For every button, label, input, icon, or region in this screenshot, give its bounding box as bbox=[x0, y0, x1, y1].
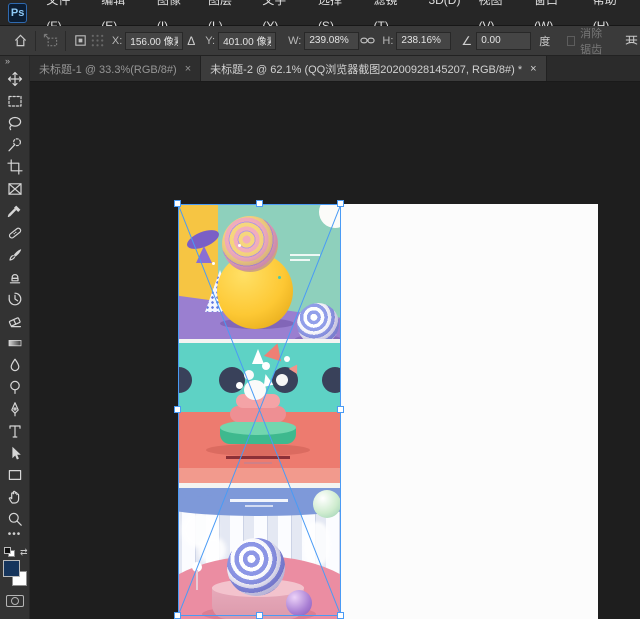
transform-controls-icon[interactable] bbox=[42, 30, 59, 52]
tool-pen-icon[interactable] bbox=[3, 398, 27, 420]
tool-frame-icon[interactable] bbox=[3, 178, 27, 200]
relative-position-delta-icon[interactable]: Δ bbox=[187, 34, 195, 48]
transform-handle-top-left[interactable] bbox=[174, 200, 181, 207]
rotation-angle-input[interactable] bbox=[476, 32, 531, 50]
art-dark-circle bbox=[322, 367, 341, 393]
art-caption-line bbox=[290, 259, 310, 261]
placed-image: ♥ bbox=[178, 204, 341, 619]
art-green-ball bbox=[313, 490, 341, 518]
tool-type-icon[interactable] bbox=[3, 420, 27, 442]
transform-handle-top-right[interactable] bbox=[337, 200, 344, 207]
transform-handle-middle-left[interactable] bbox=[174, 406, 181, 413]
tool-history-brush-icon[interactable] bbox=[3, 288, 27, 310]
quick-mask-button[interactable] bbox=[6, 595, 24, 607]
tool-palette: » ••• ⇄ bbox=[0, 56, 30, 619]
art-caption-line bbox=[226, 456, 290, 459]
art-shadow bbox=[206, 444, 310, 456]
y-position-input[interactable] bbox=[218, 32, 276, 50]
transform-handle-bottom-center[interactable] bbox=[256, 612, 263, 619]
toolbar-collapse-button[interactable]: » bbox=[0, 56, 29, 68]
canvas-pasteboard[interactable]: ♥ bbox=[30, 82, 640, 619]
swap-colors-icon[interactable]: ⇄ bbox=[20, 547, 28, 558]
art-teal-podium-top bbox=[220, 420, 296, 435]
edit-toolbar-button[interactable]: ••• bbox=[8, 530, 22, 544]
art-caption-line bbox=[290, 254, 320, 256]
antialias-option: 消除锯齿 bbox=[567, 25, 613, 57]
tool-rectangle-shape-icon[interactable] bbox=[3, 464, 27, 486]
warp-mode-toggle-icon[interactable] bbox=[623, 30, 640, 52]
tool-hand-icon[interactable] bbox=[3, 486, 27, 508]
tab-close-icon[interactable]: × bbox=[185, 63, 191, 75]
tool-blur-icon[interactable] bbox=[3, 354, 27, 376]
tool-rectangular-marquee-icon[interactable] bbox=[3, 90, 27, 112]
document-canvas[interactable]: ♥ bbox=[178, 204, 598, 619]
tool-spot-healing-brush-icon[interactable] bbox=[3, 222, 27, 244]
maintain-aspect-ratio-link-icon[interactable] bbox=[359, 30, 376, 52]
transform-handle-top-center[interactable] bbox=[256, 200, 263, 207]
y-field-label: Y: bbox=[205, 35, 215, 47]
art-dark-circle bbox=[219, 367, 245, 393]
tool-eyedropper-icon[interactable] bbox=[3, 200, 27, 222]
art-white-shape bbox=[304, 522, 330, 566]
angle-unit-label: 度 bbox=[539, 33, 550, 49]
tool-brush-icon[interactable] bbox=[3, 244, 27, 266]
art-caption-line bbox=[245, 505, 273, 507]
art-lamp-post bbox=[196, 570, 198, 590]
transform-handle-bottom-right[interactable] bbox=[337, 612, 344, 619]
tool-list bbox=[3, 68, 27, 530]
tab-title: 未标题-1 @ 33.3%(RGB/8#) bbox=[39, 61, 177, 77]
width-scale-input[interactable] bbox=[304, 32, 359, 50]
art-striped-purple-ball bbox=[227, 538, 285, 596]
grid-dots-icon bbox=[89, 30, 106, 52]
height-field-label: H: bbox=[382, 35, 393, 47]
color-controls: ⇄ bbox=[2, 547, 28, 591]
tool-lasso-icon[interactable] bbox=[3, 112, 27, 134]
tool-clone-stamp-icon[interactable] bbox=[3, 266, 27, 288]
rotation-angle-icon: ∠ bbox=[461, 34, 472, 48]
separator bbox=[65, 31, 66, 51]
menu-bar: Ps 文件(F)编辑(E)图像(I)图层(L)文字(Y)选择(S)滤镜(T)3D… bbox=[0, 0, 640, 26]
workspace: » ••• ⇄ 未标题-1 @ 33.3%(RGB/8#) × 未标题-2 @ 62… bbox=[0, 56, 640, 619]
art-caption-line bbox=[244, 462, 272, 464]
default-colors-icon[interactable] bbox=[4, 547, 16, 558]
antialias-label: 消除锯齿 bbox=[580, 25, 613, 57]
foreground-color-swatch[interactable] bbox=[3, 560, 20, 577]
document-tab-bar: 未标题-1 @ 33.3%(RGB/8#) × 未标题-2 @ 62.1% (QQ浏… bbox=[30, 56, 640, 82]
tab-close-icon[interactable]: × bbox=[530, 63, 536, 75]
home-icon[interactable] bbox=[12, 30, 29, 52]
tool-gradient-icon[interactable] bbox=[3, 332, 27, 354]
tab-title: 未标题-2 @ 62.1% (QQ浏览器截图20200928145207, RG… bbox=[210, 61, 522, 77]
transform-handle-middle-right[interactable] bbox=[337, 406, 344, 413]
width-field-label: W: bbox=[288, 35, 301, 47]
options-bar: X: Δ Y: W: H: ∠ 度 消除锯齿 bbox=[0, 26, 640, 56]
transform-handle-bottom-left[interactable] bbox=[174, 612, 181, 619]
tool-eraser-icon[interactable] bbox=[3, 310, 27, 332]
tool-crop-icon[interactable] bbox=[3, 156, 27, 178]
reference-point-locator-icon[interactable] bbox=[72, 30, 89, 52]
art-purple-ball bbox=[286, 590, 312, 616]
document-tab-2[interactable]: 未标题-2 @ 62.1% (QQ浏览器截图20200928145207, RG… bbox=[201, 56, 546, 81]
tool-quick-selection-icon[interactable] bbox=[3, 134, 27, 156]
document-tab-1[interactable]: 未标题-1 @ 33.3%(RGB/8#) × bbox=[30, 56, 201, 81]
x-field-label: X: bbox=[112, 35, 122, 47]
photoshop-window: Ps 文件(F)编辑(E)图像(I)图层(L)文字(Y)选择(S)滤镜(T)3D… bbox=[0, 0, 640, 619]
tool-move-icon[interactable] bbox=[3, 68, 27, 90]
antialias-checkbox[interactable] bbox=[567, 36, 575, 46]
tool-path-selection-icon[interactable] bbox=[3, 442, 27, 464]
separator bbox=[35, 31, 36, 51]
art-spiral-ball bbox=[222, 216, 278, 272]
tool-dodge-icon[interactable] bbox=[3, 376, 27, 398]
art-pink-cake-lower bbox=[230, 406, 286, 422]
art-salmon-band bbox=[178, 468, 341, 483]
tool-zoom-icon[interactable] bbox=[3, 508, 27, 530]
document-area: 未标题-1 @ 33.3%(RGB/8#) × 未标题-2 @ 62.1% (QQ浏… bbox=[30, 56, 640, 619]
x-position-input[interactable] bbox=[125, 32, 183, 50]
art-white-cone bbox=[252, 349, 264, 364]
art-caption-line bbox=[230, 499, 288, 502]
height-scale-input[interactable] bbox=[396, 32, 451, 50]
art-purple-cone bbox=[196, 246, 212, 263]
photoshop-logo-icon[interactable]: Ps bbox=[8, 3, 27, 23]
